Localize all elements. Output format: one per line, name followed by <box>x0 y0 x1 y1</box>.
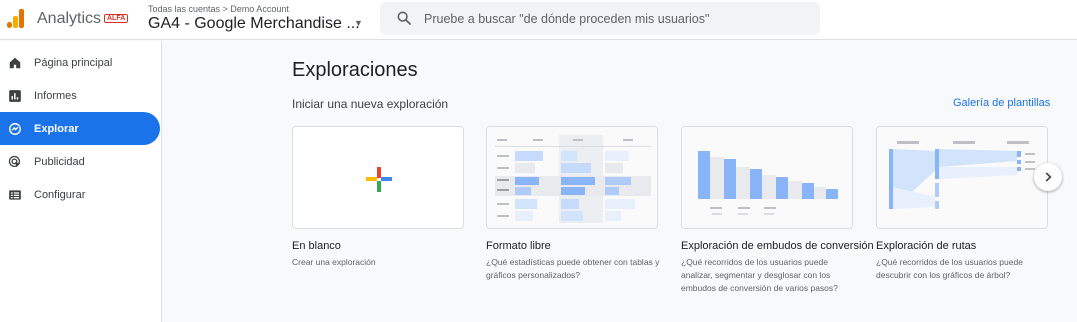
app-name: Analytics <box>37 10 102 27</box>
sidebar-item-advertising[interactable]: Publicidad <box>0 145 160 178</box>
alpha-badge: ALFA <box>104 14 129 23</box>
page-title: Exploraciones <box>292 59 418 81</box>
home-icon <box>9 57 21 68</box>
sidebar-item-label: Informes <box>34 89 77 102</box>
card-desc-funnel: ¿Qué recorridos de los usuarios puede an… <box>681 257 838 293</box>
search-bar[interactable] <box>380 2 820 35</box>
advertising-icon <box>8 155 21 167</box>
sidebar: Página principal Informes Explorar Publi… <box>0 41 162 322</box>
plus-icon <box>366 167 392 192</box>
sidebar-item-label: Publicidad <box>34 155 85 168</box>
template-gallery-link[interactable]: Galería de plantillas <box>953 97 1050 109</box>
chevron-right-icon <box>1045 172 1052 182</box>
sidebar-item-home[interactable]: Página principal <box>0 46 160 79</box>
top-bar: Analytics ALFA Todas las cuentas > Demo … <box>0 0 1077 40</box>
caret-down-icon[interactable]: ▼ <box>354 18 363 28</box>
card-path[interactable] <box>876 126 1048 229</box>
search-icon <box>397 11 411 25</box>
bar-chart-icon <box>9 89 21 102</box>
sidebar-item-label: Explorar <box>34 122 79 135</box>
breadcrumb[interactable]: Todas las cuentas > Demo Account <box>148 4 289 14</box>
section-subtitle: Iniciar una nueva exploración <box>292 97 449 111</box>
sidebar-item-label: Página principal <box>34 56 113 69</box>
settings-list-icon <box>9 189 21 200</box>
analytics-logo-icon[interactable] <box>6 8 26 28</box>
card-desc-path: ¿Qué recorridos de los usuarios puede de… <box>876 257 1023 280</box>
next-button[interactable] <box>1034 163 1062 191</box>
card-title-funnel[interactable]: Exploración de embudos de conversión <box>681 240 874 252</box>
explore-icon <box>9 122 21 135</box>
sidebar-item-reports[interactable]: Informes <box>0 79 160 112</box>
account-selector[interactable]: GA4 - Google Merchandise ... <box>148 15 360 33</box>
search-input[interactable] <box>424 2 804 35</box>
sidebar-item-label: Configurar <box>34 188 86 201</box>
sidebar-item-explore[interactable]: Explorar <box>0 112 160 145</box>
card-blank[interactable] <box>292 126 464 229</box>
card-funnel[interactable] <box>681 126 853 229</box>
free-form-thumbnail <box>487 127 657 228</box>
card-title-free-form[interactable]: Formato libre <box>486 240 551 252</box>
sidebar-item-configure[interactable]: Configurar <box>0 178 160 211</box>
card-desc-free-form: ¿Qué estadísticas puede obtener con tabl… <box>486 257 660 280</box>
card-desc-blank: Crear una exploración <box>292 257 376 267</box>
card-title-path[interactable]: Exploración de rutas <box>876 240 976 252</box>
card-title-blank[interactable]: En blanco <box>292 240 341 252</box>
path-thumbnail <box>877 127 1047 228</box>
card-free-form[interactable] <box>486 126 658 229</box>
funnel-thumbnail <box>682 127 852 228</box>
